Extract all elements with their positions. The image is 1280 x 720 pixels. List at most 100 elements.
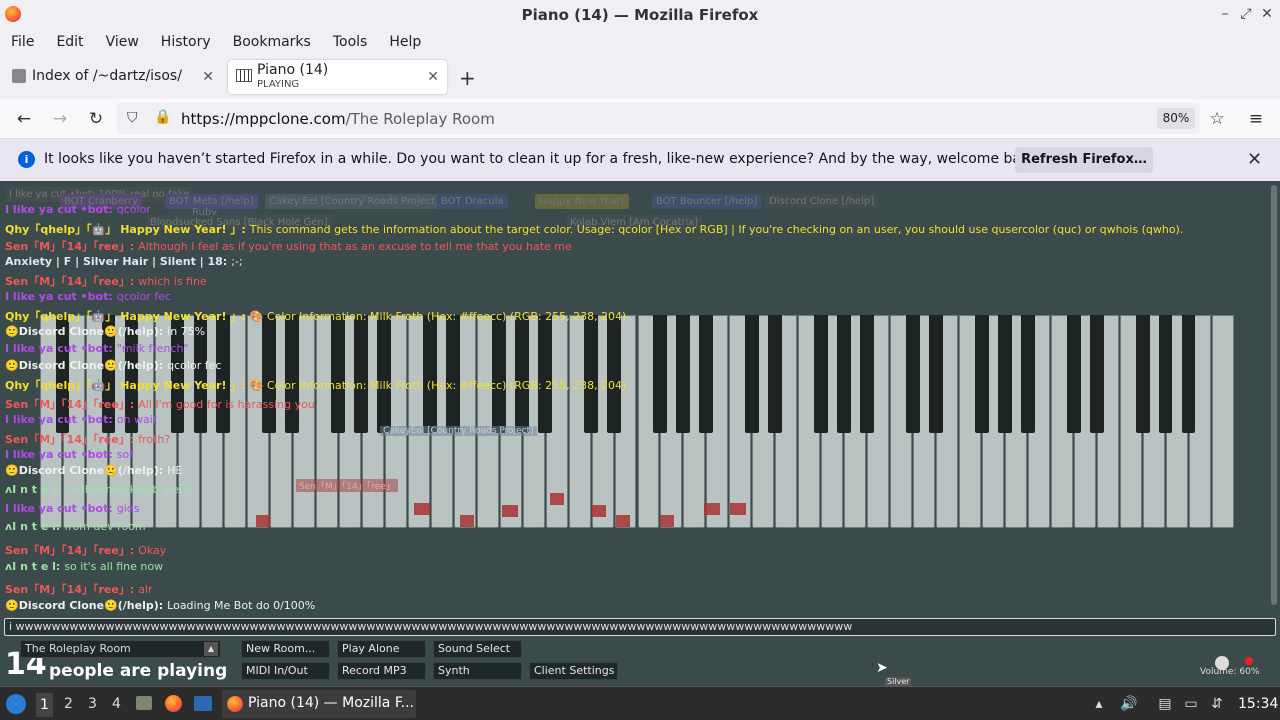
piano-black-key[interactable]	[813, 315, 828, 433]
piano-white-key[interactable]	[1212, 315, 1234, 528]
play-alone-button[interactable]: Play Alone	[337, 640, 426, 658]
piano-black-key[interactable]	[676, 315, 690, 433]
pressed-note-highlight	[550, 493, 564, 505]
piano-black-key[interactable]	[768, 315, 782, 433]
new-room-button[interactable]: New Room...	[241, 640, 330, 658]
clipboard-icon[interactable]: ▤	[1157, 696, 1173, 712]
piano-keyboard[interactable]	[40, 315, 1235, 530]
close-tab-icon[interactable]: ✕	[427, 69, 439, 85]
hamburger-menu-icon[interactable]: ≡	[1246, 109, 1266, 129]
piano-black-key[interactable]	[216, 315, 231, 433]
close-window-icon[interactable]: ✕	[1259, 6, 1275, 22]
chat-message: ʌI n t e l: so it's all fine now	[5, 560, 163, 573]
start-menu-icon[interactable]	[6, 694, 26, 714]
tray-up-arrow-icon[interactable]: ▴	[1091, 696, 1107, 712]
workspace-2[interactable]: 2	[64, 696, 73, 712]
client-settings-button[interactable]: Client Settings	[529, 662, 618, 680]
taskbar-window-firefox[interactable]: Piano (14) — Mozilla F...	[222, 690, 416, 718]
scrollbar[interactable]	[1268, 181, 1280, 621]
synth-button[interactable]: Synth	[433, 662, 522, 680]
piano-black-key[interactable]	[377, 315, 392, 433]
piano-black-key[interactable]	[653, 315, 667, 433]
bookmark-star-icon[interactable]: ☆	[1207, 109, 1227, 129]
menu-bookmarks[interactable]: Bookmarks	[233, 34, 311, 50]
midi-in-out-button[interactable]: MIDI In/Out	[241, 662, 330, 680]
menu-bar: File Edit View History Bookmarks Tools H…	[0, 29, 1280, 54]
zoom-level[interactable]: 80%	[1157, 108, 1195, 129]
menu-view[interactable]: View	[106, 34, 139, 50]
tab-piano[interactable]: Piano (14) PLAYING ✕	[228, 60, 447, 94]
piano-black-key[interactable]	[997, 315, 1012, 433]
piano-black-key[interactable]	[699, 315, 713, 433]
forward-icon[interactable]: →	[50, 109, 70, 129]
volume-icon[interactable]: 🔊	[1120, 696, 1137, 712]
menu-file[interactable]: File	[11, 34, 34, 50]
piano-black-key[interactable]	[1020, 315, 1035, 433]
piano-black-key[interactable]	[1089, 315, 1104, 433]
menu-help[interactable]: Help	[389, 34, 421, 50]
minimize-icon[interactable]: –	[1217, 6, 1233, 22]
back-icon[interactable]: ←	[14, 109, 34, 129]
piano-black-key[interactable]	[423, 315, 438, 433]
navigation-bar: ← → ↻ ⛉ 🔒 https://mppclone.com/The Rolep…	[0, 99, 1280, 139]
record-mp3-button[interactable]: Record MP3	[337, 662, 426, 680]
close-notification-icon[interactable]: ✕	[1247, 149, 1262, 170]
chat-message: ʌI n t e l: from dev room	[5, 520, 146, 533]
piano-black-key[interactable]	[446, 315, 461, 433]
lock-icon[interactable]: 🔒	[154, 109, 171, 125]
piano-black-key[interactable]	[974, 315, 989, 433]
piano-black-key[interactable]	[492, 315, 507, 433]
piano-black-key[interactable]	[1158, 315, 1173, 433]
piano-black-key[interactable]	[745, 315, 759, 433]
chat-input[interactable]: i wwwwwwwwwwwwwwwwwwwwwwwwwwwwwwwwwwwwww…	[4, 618, 1276, 636]
reload-icon[interactable]: ↻	[86, 109, 106, 129]
url-text[interactable]: https://mppclone.com/The Roleplay Room	[181, 110, 495, 128]
file-manager-icon[interactable]	[136, 696, 152, 710]
chat-text: gids	[116, 502, 140, 515]
maximize-icon[interactable]: ⤢	[1238, 6, 1254, 22]
scrollbar-thumb[interactable]	[1271, 185, 1277, 605]
workspace-3[interactable]: 3	[88, 696, 97, 712]
piano-page: I like ya cut •bot: 100% real no fake BO…	[0, 181, 1280, 686]
piano-black-key[interactable]	[607, 315, 621, 433]
piano-black-key[interactable]	[1181, 315, 1196, 433]
piano-black-key[interactable]	[1066, 315, 1081, 433]
piano-black-key[interactable]	[515, 315, 530, 433]
refresh-firefox-button[interactable]: Refresh Firefox…	[1015, 147, 1153, 173]
workspace-1[interactable]: 1	[36, 693, 53, 717]
chat-text: oh wait	[116, 413, 158, 426]
piano-black-key[interactable]	[905, 315, 920, 433]
chat-username: Qhy「qhelp」「🤖」 Happy New Year! 」:	[5, 310, 246, 323]
tab-index[interactable]: Index of /~dartz/isos/ ✕	[4, 60, 222, 94]
close-tab-icon[interactable]: ✕	[202, 69, 214, 85]
new-tab-icon[interactable]: +	[459, 66, 476, 90]
chat-text: 🎨 Color Information: Milk Froth (Hex: #f…	[249, 379, 627, 392]
clock: 15:34	[1238, 696, 1279, 712]
workspace-4[interactable]: 4	[112, 696, 121, 712]
firefox-launcher-icon[interactable]	[165, 695, 182, 712]
url-bar[interactable]: ⛉ 🔒 https://mppclone.com/The Roleplay Ro…	[117, 103, 1200, 134]
piano-black-key[interactable]	[584, 315, 598, 433]
chat-message: ʌI n t e l: i unbanned kolab viem	[5, 483, 190, 496]
piano-black-key[interactable]	[538, 315, 552, 433]
terminal-icon[interactable]	[194, 696, 212, 711]
piano-black-key[interactable]	[859, 315, 874, 433]
room-select[interactable]: The Roleplay Room ▲	[20, 640, 221, 658]
piano-black-key[interactable]	[928, 315, 943, 433]
menu-tools[interactable]: Tools	[333, 34, 368, 50]
shield-icon[interactable]: ⛉	[127, 110, 138, 126]
display-icon[interactable]: ▭	[1183, 696, 1199, 712]
piano-black-key[interactable]	[331, 315, 346, 433]
piano-black-key[interactable]	[285, 315, 300, 433]
piano-black-key[interactable]	[262, 315, 277, 433]
menu-edit[interactable]: Edit	[56, 34, 83, 50]
network-icon[interactable]: ⇵	[1209, 696, 1225, 712]
piano-black-key[interactable]	[354, 315, 369, 433]
tab-playing-status: PLAYING	[257, 79, 300, 90]
tab-title: Index of /~dartz/isos/	[32, 68, 182, 84]
chat-text: ;-;	[231, 255, 243, 268]
piano-black-key[interactable]	[1135, 315, 1150, 433]
piano-black-key[interactable]	[836, 315, 851, 433]
sound-select-button[interactable]: Sound Select	[433, 640, 522, 658]
menu-history[interactable]: History	[161, 34, 211, 50]
